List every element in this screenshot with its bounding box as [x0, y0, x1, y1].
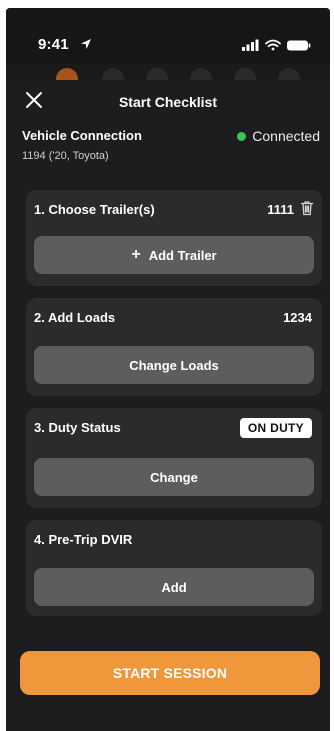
vehicle-detail: 1194 ('20, Toyota)	[22, 150, 109, 162]
page-title: Start Checklist	[118, 94, 218, 110]
battery-icon	[287, 40, 311, 51]
wifi-icon	[265, 39, 281, 51]
add-trailer-button[interactable]: + Add Trailer	[34, 236, 314, 274]
status-icons	[242, 39, 311, 51]
status-bar: 9:41	[6, 8, 330, 64]
change-loads-button[interactable]: Change Loads	[34, 346, 314, 384]
trailer-number: 1111	[267, 202, 294, 217]
step-title: 3. Duty Status	[34, 420, 121, 435]
change-duty-status-button[interactable]: Change	[34, 458, 314, 496]
screen: 9:41 Start Checklist Vehicle Connection …	[0, 0, 334, 731]
vehicle-connection-label: Vehicle Connection	[22, 128, 142, 143]
peek-dot	[102, 68, 124, 80]
peek-dot	[146, 68, 168, 80]
app-window: 9:41 Start Checklist Vehicle Connection …	[6, 8, 330, 731]
add-dvir-button[interactable]: Add	[34, 568, 314, 606]
add-dvir-label: Add	[161, 579, 187, 595]
vehicle-connection: Vehicle Connection 1194 ('20, Toyota) Co…	[22, 128, 320, 172]
step-duty-status: 3. Duty Status ON DUTY Change	[26, 408, 322, 508]
change-loads-label: Change Loads	[129, 357, 219, 373]
signal-icon	[242, 39, 259, 51]
start-session-label: START SESSION	[112, 665, 228, 681]
load-number: 1234	[283, 310, 312, 325]
start-session-button[interactable]: START SESSION	[20, 651, 320, 695]
header: Start Checklist	[6, 80, 330, 124]
plus-icon: +	[131, 246, 141, 263]
peek-dot	[234, 68, 256, 80]
change-duty-label: Change	[150, 469, 198, 485]
add-trailer-label: Add Trailer	[148, 247, 217, 263]
connection-status: Connected	[237, 128, 320, 144]
step-pre-trip-dvir: 4. Pre-Trip DVIR Add	[26, 520, 322, 616]
peek-dot	[190, 68, 212, 80]
trash-icon[interactable]	[300, 200, 314, 216]
background-peek	[6, 64, 330, 80]
step-title: 2. Add Loads	[34, 310, 116, 325]
location-arrow-icon	[81, 39, 91, 49]
status-time: 9:41	[38, 36, 69, 53]
step-title: 4. Pre-Trip DVIR	[34, 532, 133, 547]
connection-status-text: Connected	[252, 128, 320, 144]
peek-dot	[278, 68, 300, 80]
step-title: 1. Choose Trailer(s)	[34, 202, 155, 217]
map-marker-icon	[56, 68, 78, 80]
duty-status-badge: ON DUTY	[239, 418, 312, 438]
step-add-loads: 2. Add Loads 1234 Change Loads	[26, 298, 322, 396]
step-choose-trailers: 1. Choose Trailer(s) 1111 + Add Trailer	[26, 190, 322, 286]
status-dot-icon	[237, 131, 247, 141]
